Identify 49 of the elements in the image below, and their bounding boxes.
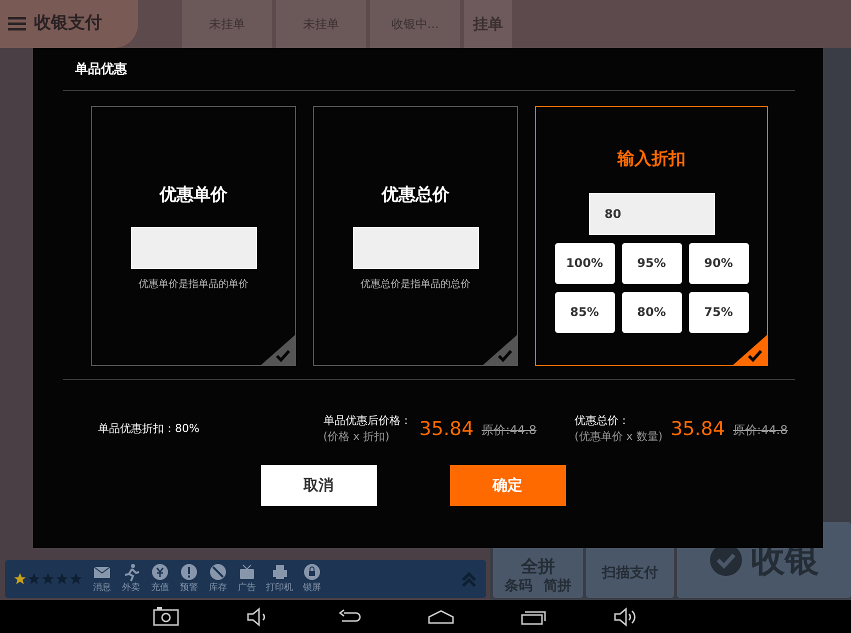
star-icon — [69, 572, 83, 586]
toolbar-item[interactable]: 库存 — [208, 562, 228, 596]
discount-preset-button[interactable]: 75% — [688, 292, 748, 332]
option-card[interactable]: 优惠单价 优惠单价是指单品的单价 — [91, 106, 296, 366]
discount-preset-button[interactable]: 90% — [688, 242, 748, 284]
toolbar-item[interactable]: 打印机 — [266, 562, 293, 596]
toolbar-item[interactable]: 预警 — [179, 562, 199, 596]
page-title: 收银支付 — [34, 12, 102, 36]
option-title: 输入折扣 — [618, 148, 686, 171]
cancel-button[interactable]: 取消 — [260, 465, 376, 506]
toolbar-item[interactable]: 外卖 — [121, 562, 141, 596]
original-price: 原价:44.8 — [482, 422, 536, 438]
option-title: 优惠单价 — [160, 184, 228, 207]
confirm-button[interactable]: 确定 — [450, 465, 566, 506]
hint-text: 优惠总价是指单品的总价 — [360, 278, 470, 292]
hint-text: 优惠单价是指单品的单价 — [138, 278, 248, 292]
star-icon — [27, 572, 41, 586]
toolbar-item[interactable]: 广告 — [237, 562, 257, 596]
check-corner-icon — [261, 335, 295, 365]
option-title: 优惠总价 — [382, 184, 450, 207]
star-icon — [41, 572, 55, 586]
original-price: 原价:44.8 — [732, 422, 788, 438]
discounted-price: 35.84 — [419, 417, 474, 442]
discount-preset-button[interactable]: 85% — [554, 292, 614, 332]
discount-preset-button[interactable]: 95% — [622, 242, 682, 284]
discount-preset-button[interactable]: 80% — [622, 292, 682, 332]
discount-input-field[interactable]: 80 — [588, 192, 714, 234]
discounted-price: 35.84 — [670, 417, 725, 442]
toolbar-item[interactable]: 消息 — [92, 562, 112, 596]
camera-icon[interactable] — [152, 604, 180, 628]
star-icon — [13, 572, 27, 586]
option-card[interactable]: 优惠总价 优惠总价是指单品的总价 — [313, 106, 518, 366]
formula-text: (优惠单价 x 数量) — [574, 429, 663, 446]
option-card[interactable]: 输入折扣 80 100% 95% 90% 85% 80% 75% — [535, 106, 768, 366]
price-label: 优惠总价： — [574, 413, 630, 430]
discount-summary: 单品优惠折扣：80% — [98, 421, 200, 438]
formula-text: (价格 x 折扣) — [323, 429, 390, 446]
menu-icon — [8, 17, 26, 31]
check-corner-icon — [483, 335, 517, 365]
discount-preset-button[interactable]: 100% — [554, 242, 614, 284]
toolbar-item[interactable]: 充值 — [150, 562, 170, 596]
dialog-title: 单品优惠 — [75, 61, 128, 79]
price-input-field[interactable] — [352, 226, 478, 268]
double-chevron-up-icon — [460, 570, 478, 588]
price-label: 单品优惠后价格： — [323, 413, 412, 430]
star-icon — [55, 572, 69, 586]
price-input-field[interactable] — [130, 226, 256, 268]
check-corner-icon — [733, 335, 767, 365]
toolbar-item[interactable]: 锁屏 — [302, 562, 322, 596]
